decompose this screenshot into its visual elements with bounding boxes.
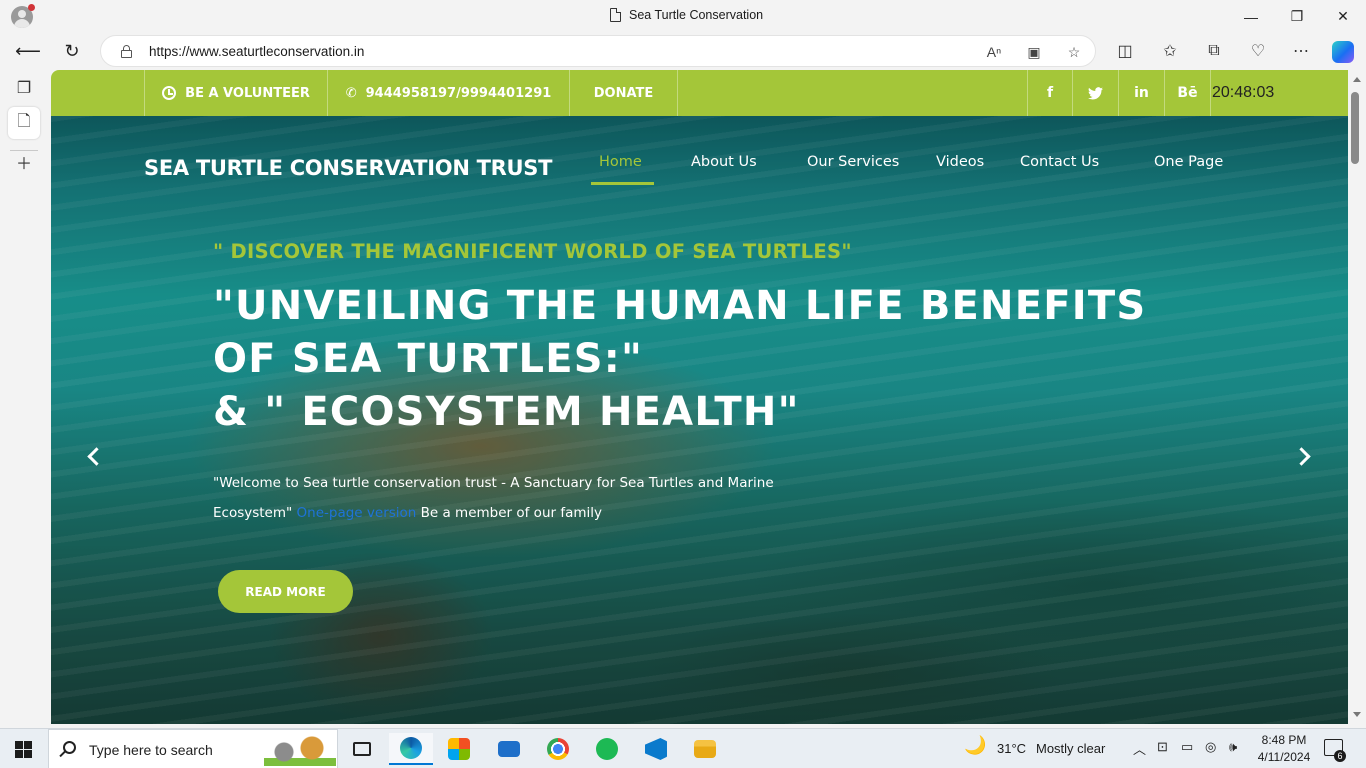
favorite-star-icon[interactable]: ☆ [1063, 42, 1085, 62]
back-button[interactable]: ⟵ [13, 36, 43, 66]
app-available-icon[interactable]: ▣ [1023, 42, 1045, 62]
active-tab-icon[interactable]: 🗋 [8, 107, 40, 139]
favorites-icon[interactable]: ✩ [1155, 36, 1185, 66]
next-slide-arrow-icon[interactable] [1289, 441, 1319, 471]
split-screen-icon[interactable]: ◫ [1110, 36, 1140, 66]
refresh-button[interactable]: ↻ [57, 36, 87, 66]
donate-link[interactable]: DONATE [570, 70, 678, 116]
taskbar-clock[interactable]: 8:48 PM 4/11/2024 [1252, 732, 1316, 766]
collections-icon[interactable]: ⧉ [1199, 36, 1229, 66]
battery-icon[interactable]: ▭ [1181, 739, 1193, 755]
copilot-icon[interactable] [1332, 41, 1354, 63]
address-bar[interactable]: https://www.seaturtleconservation.in A͏ⁿ… [100, 35, 1096, 67]
web-page: BE A VOLUNTEER ✆ 9444958197/9994401291 D… [51, 70, 1348, 724]
intro-text-end: Be a member of our family [416, 505, 603, 521]
tab-title-text: Sea Turtle Conservation [629, 8, 764, 22]
meet-now-icon[interactable]: ⊡ [1157, 739, 1168, 755]
taskbar-search-box[interactable]: Type here to search [48, 729, 338, 768]
nav-contact[interactable]: Contact Us [1020, 154, 1099, 170]
hidden-icons-chevron-icon[interactable]: ︿ [1133, 739, 1146, 758]
clock-date: 4/11/2024 [1257, 750, 1311, 764]
read-more-button[interactable]: READ MORE [218, 570, 353, 613]
minimize-button[interactable]: — [1228, 0, 1274, 33]
windows-start-icon[interactable] [15, 741, 32, 758]
clock-time: 8:48 PM [1261, 733, 1307, 747]
mail-icon[interactable] [487, 733, 531, 765]
headline-line-2: OF SEA TURTLES:" [213, 336, 643, 382]
network-icon[interactable]: ◎ [1205, 739, 1216, 755]
hero-tagline: " DISCOVER THE MAGNIFICENT WORLD OF SEA … [213, 240, 852, 263]
nav-services[interactable]: Our Services [807, 154, 899, 170]
headline-line-1: "UNVEILING THE HUMAN LIFE BENEFITS [213, 283, 1147, 329]
phone-number: 9444958197/9994401291 [365, 85, 552, 101]
scroll-down-arrow-icon[interactable] [1353, 712, 1361, 717]
active-nav-underline [591, 182, 654, 185]
nav-videos[interactable]: Videos [936, 154, 984, 170]
read-aloud-icon[interactable]: A͏ⁿ [983, 42, 1005, 62]
scroll-up-arrow-icon[interactable] [1353, 77, 1361, 82]
edge-taskbar-icon[interactable] [389, 733, 433, 765]
search-highlight-illustration-icon [264, 734, 336, 766]
vertical-tab-strip: ❐ 🗋 ＋ [0, 70, 50, 728]
volume-icon[interactable]: 🕪 [1229, 739, 1237, 755]
weather-desc[interactable]: Mostly clear [1036, 741, 1105, 756]
notification-count-badge: 6 [1334, 750, 1346, 762]
site-top-bar: BE A VOLUNTEER ✆ 9444958197/9994401291 D… [51, 70, 1348, 116]
twitter-icon[interactable] [1073, 70, 1119, 116]
profile-notification-dot [28, 4, 35, 11]
windows-taskbar: Type here to search 🌙 31°C Mostly clear … [0, 728, 1366, 768]
search-icon [63, 741, 76, 754]
behance-icon[interactable]: Bē [1165, 70, 1211, 116]
close-button[interactable]: ✕ [1320, 0, 1366, 33]
tab-title: Sea Turtle Conservation [610, 8, 763, 22]
nav-home[interactable]: Home [599, 154, 642, 170]
chrome-icon[interactable] [536, 733, 580, 765]
hero-slider: SEA TURTLE CONSERVATION TRUST Home About… [51, 116, 1348, 724]
page-icon [610, 8, 621, 22]
lock-icon[interactable] [121, 45, 132, 58]
browser-toolbar: ⟵ ↻ https://www.seaturtleconservation.in… [0, 33, 1366, 70]
nav-one-page[interactable]: One Page [1154, 154, 1223, 170]
vscode-icon[interactable] [634, 733, 678, 765]
browser-essentials-icon[interactable]: ♡ [1243, 36, 1273, 66]
headline-line-3: & " ECOSYSTEM HEALTH" [213, 389, 800, 435]
nav-about[interactable]: About Us [691, 154, 757, 170]
maximize-button[interactable]: ❐ [1274, 0, 1320, 33]
weather-moon-icon[interactable]: 🌙 [964, 735, 986, 756]
tab-actions-icon[interactable]: ❐ [8, 72, 40, 104]
clock-icon [162, 86, 177, 100]
weather-temp[interactable]: 31°C [997, 741, 1026, 756]
page-scrollbar[interactable] [1348, 70, 1366, 724]
title-bar: Sea Turtle Conservation — ❐ ✕ [0, 0, 1366, 33]
donate-label: DONATE [593, 85, 654, 101]
settings-more-icon[interactable]: ⋯ [1286, 36, 1316, 66]
spotify-icon[interactable] [585, 733, 629, 765]
hero-intro: "Welcome to Sea turtle conservation trus… [213, 468, 783, 528]
volunteer-label: BE A VOLUNTEER [185, 85, 310, 101]
phone-link[interactable]: ✆ 9444958197/9994401291 [328, 70, 570, 116]
microsoft-store-icon[interactable] [437, 733, 481, 765]
site-logo-text[interactable]: SEA TURTLE CONSERVATION TRUST [144, 156, 552, 180]
facebook-icon[interactable]: f [1027, 70, 1073, 116]
hero-headline: "UNVEILING THE HUMAN LIFE BENEFITS OF SE… [213, 280, 1173, 439]
task-view-icon[interactable] [340, 733, 384, 765]
new-tab-button[interactable]: ＋ [8, 146, 40, 178]
live-clock: 20:48:03 [1212, 84, 1275, 101]
scroll-thumb[interactable] [1351, 92, 1359, 164]
search-placeholder[interactable]: Type here to search [89, 742, 213, 758]
linkedin-icon[interactable]: in [1119, 70, 1165, 116]
phone-icon: ✆ [345, 85, 357, 101]
volunteer-link[interactable]: BE A VOLUNTEER [144, 70, 328, 116]
one-page-version-link[interactable]: One-page version [297, 505, 417, 521]
url-text[interactable]: https://www.seaturtleconservation.in [149, 44, 364, 59]
prev-slide-arrow-icon[interactable] [78, 441, 108, 471]
file-explorer-icon[interactable] [683, 733, 727, 765]
twitter-bird-icon [1088, 86, 1103, 99]
